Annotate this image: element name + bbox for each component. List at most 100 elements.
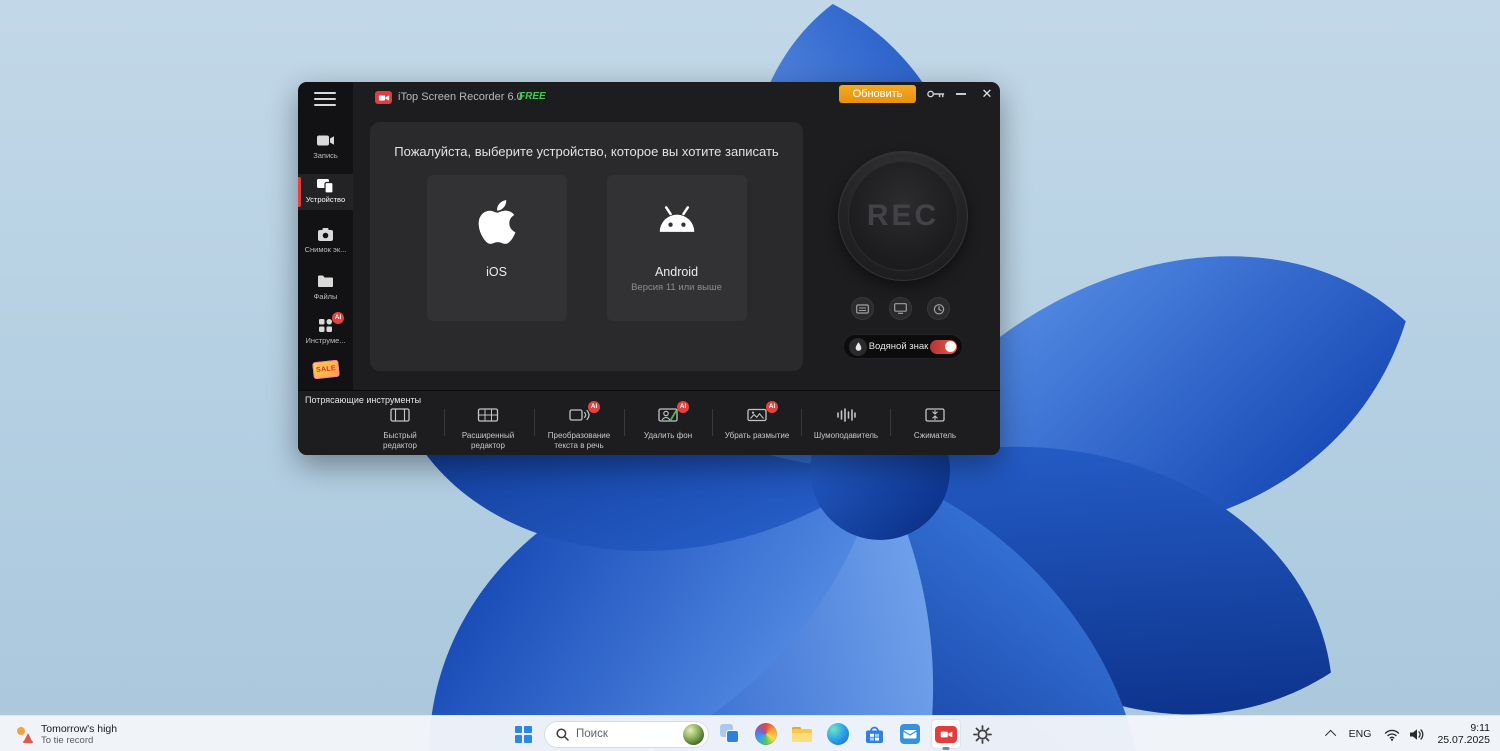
ai-badge: AI bbox=[588, 401, 600, 413]
sidebar-item-record[interactable]: Запись bbox=[298, 130, 353, 160]
taskbar: Tomorrow's high To tie record Поиск ENG … bbox=[0, 715, 1500, 751]
sidebar-item-screenshot[interactable]: Снимок эк... bbox=[298, 224, 353, 254]
sidebar-item-tools[interactable]: AI Инструме... bbox=[298, 312, 353, 345]
rec-button-label: REC bbox=[866, 199, 940, 232]
text-to-speech-icon: AI bbox=[568, 401, 600, 425]
sidebar-item-device[interactable]: Устройство bbox=[298, 174, 353, 210]
photos-icon[interactable] bbox=[751, 719, 781, 749]
minimize-button[interactable] bbox=[951, 84, 971, 104]
tray-overflow-chevron[interactable] bbox=[1324, 729, 1336, 742]
windows-logo-icon bbox=[514, 725, 532, 743]
device-prompt: Пожалуйста, выберите устройство, которое… bbox=[394, 144, 779, 159]
start-button[interactable] bbox=[508, 719, 538, 749]
wifi-icon[interactable] bbox=[1384, 728, 1400, 741]
itop-taskbar-icon[interactable] bbox=[931, 719, 961, 749]
tool-separator bbox=[890, 409, 891, 436]
tool-advanced-editor[interactable]: Расширенный редактор bbox=[444, 407, 532, 450]
android-device-card[interactable]: Android Версия 11 или выше bbox=[606, 175, 747, 321]
quick-editor-icon bbox=[389, 407, 411, 425]
files-folder-icon bbox=[298, 273, 353, 289]
tool-noise-suppressor[interactable]: Шумоподавитель bbox=[802, 407, 890, 441]
language-indicator[interactable]: ENG bbox=[1345, 726, 1376, 742]
weather-line2: To tie record bbox=[41, 734, 94, 746]
sidebar-item-label: Снимок эк... bbox=[304, 245, 347, 254]
apple-logo-icon bbox=[478, 200, 515, 244]
desktop: Запись Устройство Снимок эк... Файлы AI … bbox=[0, 0, 1500, 751]
keyboard-icon bbox=[856, 303, 869, 314]
itop-app-icon bbox=[375, 91, 392, 104]
timer-button[interactable] bbox=[927, 297, 950, 320]
remove-background-icon: AI bbox=[657, 401, 689, 425]
tool-compressor[interactable]: Сжиматель bbox=[891, 407, 979, 441]
tool-text-to-speech[interactable]: AI Преобразование текста в речь bbox=[535, 401, 623, 450]
store-icon[interactable] bbox=[859, 719, 889, 749]
ai-badge: AI bbox=[677, 401, 689, 413]
ios-device-card[interactable]: iOS bbox=[426, 175, 567, 321]
compressor-icon bbox=[924, 407, 946, 425]
tools-section-title: Потрясающие инструменты bbox=[305, 395, 422, 405]
tool-remove-background[interactable]: AI Удалить фон bbox=[624, 401, 712, 441]
recorder-option-buttons bbox=[838, 297, 968, 321]
sidebar-item-label: Устройство bbox=[305, 195, 346, 204]
tool-remove-blur[interactable]: AI Убрать размытие bbox=[713, 401, 801, 441]
weather-widget[interactable]: Tomorrow's high To tie record bbox=[6, 716, 125, 751]
ai-badge: AI bbox=[332, 312, 344, 324]
watermark-control: Водяной знак bbox=[843, 334, 963, 359]
android-subtitle: Версия 11 или выше bbox=[631, 282, 722, 293]
tool-separator bbox=[444, 409, 445, 436]
android-label: Android bbox=[654, 265, 699, 279]
tool-quick-editor[interactable]: Быстрый редактор bbox=[356, 407, 444, 450]
sidebar-item-label: Инструме... bbox=[305, 336, 346, 345]
search-icon bbox=[556, 727, 569, 741]
monitor-icon bbox=[894, 303, 907, 314]
volume-icon[interactable] bbox=[1409, 728, 1424, 741]
advanced-editor-icon bbox=[477, 407, 499, 425]
sidebar-item-label: Файлы bbox=[313, 292, 338, 301]
update-button[interactable]: Обновить bbox=[839, 85, 916, 103]
sidebar-item-label: Запись bbox=[313, 151, 338, 160]
sale-icon: SALE bbox=[311, 359, 340, 379]
search-highlight-thumbnail bbox=[683, 723, 704, 745]
edge-icon[interactable] bbox=[823, 719, 853, 749]
clock-widget[interactable]: 9:11 25.07.2025 bbox=[1433, 722, 1490, 746]
menu-hamburger-button[interactable] bbox=[314, 92, 336, 106]
screenshot-icon bbox=[298, 226, 353, 242]
taskbar-search[interactable]: Поиск bbox=[544, 720, 709, 748]
ios-label: iOS bbox=[486, 265, 507, 279]
tools-strip: Потрясающие инструменты Быстрый редактор… bbox=[298, 390, 1000, 455]
screen-overlay-button[interactable] bbox=[889, 297, 912, 320]
watermark-label: Водяной знак bbox=[868, 341, 929, 352]
tool-separator bbox=[534, 409, 535, 436]
watermark-toggle[interactable] bbox=[930, 339, 957, 354]
titlebar: iTop Screen Recorder 6.0 FREE Обновить ✕ bbox=[353, 82, 1000, 116]
ai-badge: AI bbox=[766, 401, 778, 413]
window-title: iTop Screen Recorder 6.0 bbox=[398, 91, 523, 103]
sidebar: Запись Устройство Снимок эк... Файлы AI … bbox=[298, 82, 353, 390]
rec-button[interactable]: REC bbox=[838, 151, 968, 281]
mail-icon[interactable] bbox=[895, 719, 925, 749]
itop-screen-recorder-window: Запись Устройство Снимок эк... Файлы AI … bbox=[298, 82, 1000, 455]
tool-separator bbox=[624, 409, 625, 436]
close-button[interactable]: ✕ bbox=[977, 84, 997, 104]
android-logo-icon bbox=[659, 206, 694, 232]
device-icon bbox=[298, 176, 353, 193]
settings-icon[interactable] bbox=[967, 719, 997, 749]
timer-icon bbox=[933, 303, 944, 315]
tool-separator bbox=[712, 409, 713, 436]
file-explorer-icon[interactable] bbox=[787, 719, 817, 749]
noise-suppressor-icon bbox=[835, 407, 857, 425]
weather-icon bbox=[17, 727, 33, 743]
license-key-icon[interactable] bbox=[926, 87, 946, 101]
tray-time: 9:11 bbox=[1470, 722, 1490, 734]
tools-grid-icon: AI bbox=[298, 312, 353, 333]
search-placeholder: Поиск bbox=[576, 728, 608, 740]
sidebar-item-sale[interactable]: SALE bbox=[298, 359, 353, 379]
sidebar-item-files[interactable]: Файлы bbox=[298, 271, 353, 301]
tray-date: 25.07.2025 bbox=[1437, 734, 1490, 746]
watermark-drop-icon bbox=[849, 337, 867, 356]
device-panel: Пожалуйста, выберите устройство, которое… bbox=[370, 122, 803, 371]
keyboard-overlay-button[interactable] bbox=[851, 297, 874, 320]
record-icon bbox=[298, 132, 353, 148]
free-badge: FREE bbox=[519, 91, 546, 102]
task-view-icon[interactable] bbox=[715, 719, 745, 749]
